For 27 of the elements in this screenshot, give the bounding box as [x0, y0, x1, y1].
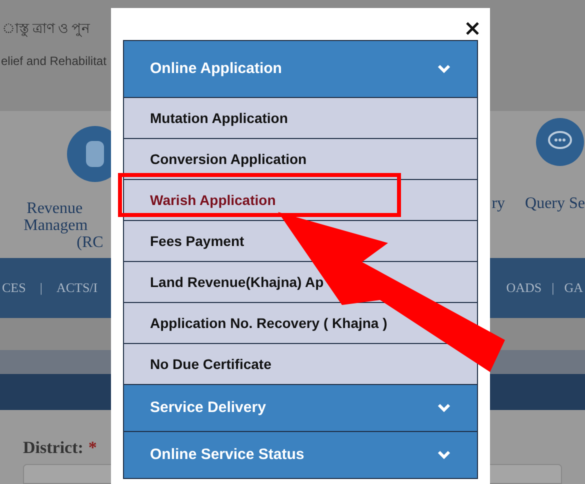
accordion-header[interactable]: Service Delivery: [124, 384, 477, 431]
header-subtitle: elief and Rehabilitat: [1, 53, 106, 70]
chevron-down-icon: [437, 64, 451, 74]
menu-item[interactable]: Conversion Application: [124, 138, 477, 179]
nav-link[interactable]: ACTS/I: [56, 278, 98, 298]
menu-item[interactable]: No Due Certificate: [124, 343, 477, 384]
service-label: ry: [492, 194, 506, 214]
service-label: Query Se: [525, 194, 585, 214]
chevron-down-icon: [437, 450, 451, 460]
bengali-title: াস্তু ত্রাণ ও পুন: [2, 21, 90, 39]
nav-link[interactable]: OADS: [506, 278, 542, 298]
service-label: Managem: [24, 217, 88, 234]
chat-icon: [536, 118, 584, 166]
service-label: Revenue: [26, 200, 83, 218]
nav-link[interactable]: GA: [564, 278, 583, 298]
service-label: (RC: [76, 234, 104, 252]
nav-separator: |: [40, 279, 42, 298]
nav-separator: |: [552, 279, 554, 298]
menu-item[interactable]: Mutation Application: [124, 97, 477, 138]
menu-item[interactable]: Warish Application: [124, 179, 477, 220]
district-label: District:: [23, 436, 84, 458]
chevron-down-icon: [437, 403, 451, 413]
accordion-header[interactable]: Online Service Status: [124, 431, 477, 478]
required-mark: *: [88, 436, 97, 458]
accordion-header[interactable]: Online Application: [124, 41, 477, 97]
close-button[interactable]: [464, 20, 480, 36]
nav-link[interactable]: CES: [2, 278, 26, 298]
